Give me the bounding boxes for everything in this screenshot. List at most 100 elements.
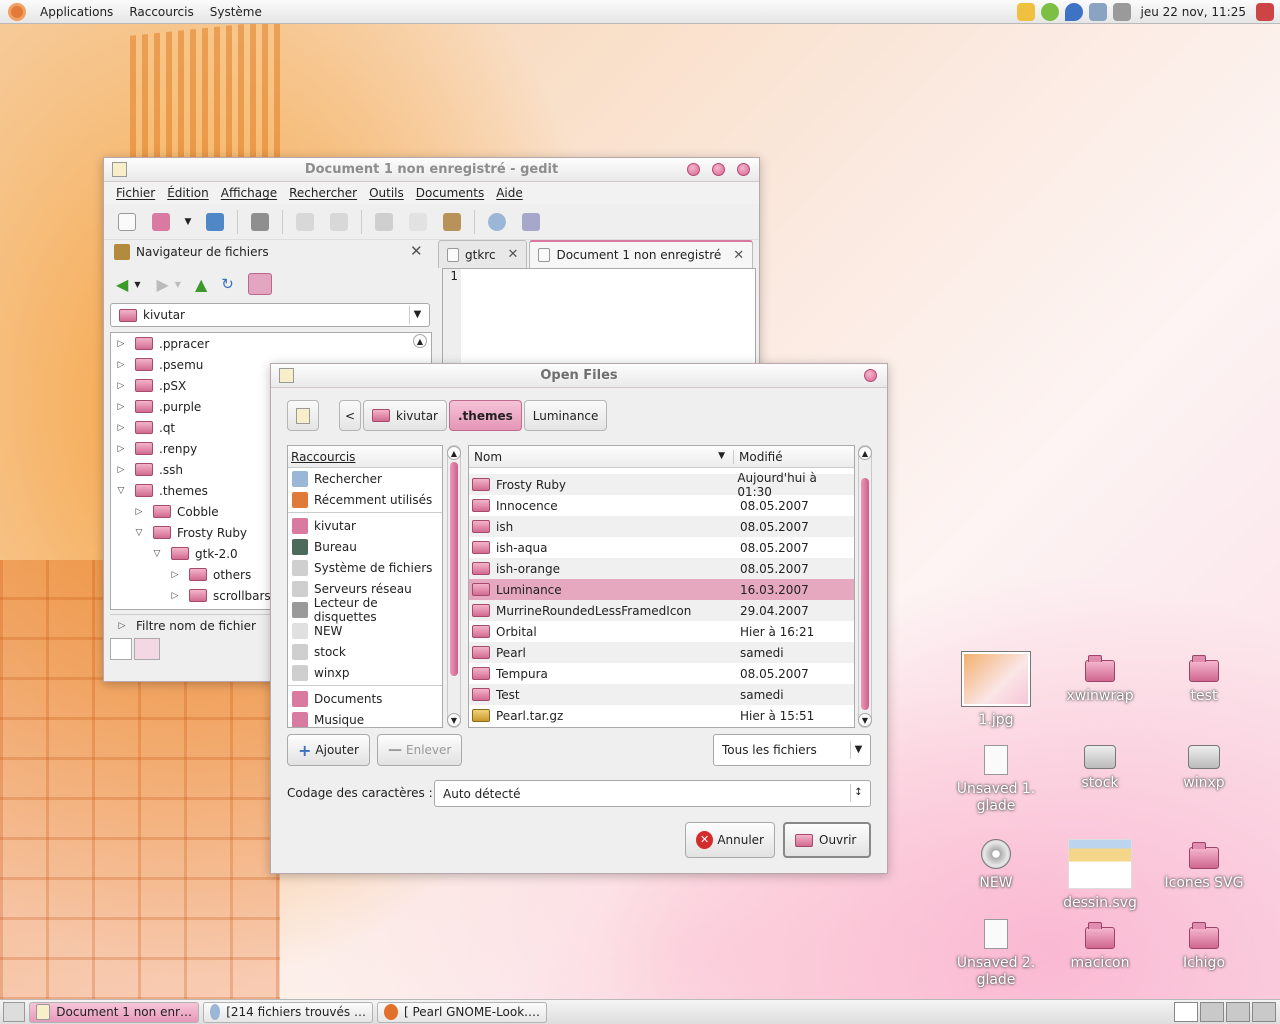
column-name[interactable]: Nom ▼ xyxy=(469,449,734,464)
files-scrollbar[interactable]: ▲ ▼ xyxy=(858,445,872,728)
file-row[interactable]: ish-aqua 08.05.2007 xyxy=(469,537,854,558)
collapsed-arrow-icon[interactable]: ▷ xyxy=(115,444,127,454)
menu-applications[interactable]: Applications xyxy=(32,5,121,19)
bookmark-filter-icon[interactable] xyxy=(247,273,272,295)
copy-button[interactable] xyxy=(403,208,433,236)
print-button[interactable] xyxy=(245,208,275,236)
minimize-button[interactable] xyxy=(687,163,700,176)
gedit-titlebar[interactable]: Document 1 non enregistré - gedit xyxy=(104,158,759,182)
documents-tab-icon[interactable] xyxy=(110,638,132,660)
file-row[interactable]: Tempura 08.05.2007 xyxy=(469,663,854,684)
show-desktop-icon[interactable] xyxy=(3,1002,25,1022)
back-arrow-icon[interactable]: ◀ xyxy=(116,275,128,294)
collapsed-arrow-icon[interactable]: ▷ xyxy=(115,381,127,391)
scroll-up-icon[interactable]: ▲ xyxy=(447,446,461,460)
dialog-close-button[interactable] xyxy=(864,369,877,382)
cut-button[interactable] xyxy=(369,208,399,236)
task-firefox[interactable]: [ Pearl GNOME-Look.… xyxy=(377,1001,547,1023)
menu-fichier[interactable]: Fichier xyxy=(110,186,161,200)
file-row[interactable]: ish-orange 08.05.2007 xyxy=(469,558,854,579)
collapsed-arrow-icon[interactable]: ▷ xyxy=(115,465,127,475)
chevron-down-icon[interactable]: ▼ xyxy=(175,280,181,289)
desktop-icon[interactable]: winxp xyxy=(1156,745,1252,792)
tree-row[interactable]: ▷ .ppracer xyxy=(111,333,431,354)
refresh-icon[interactable]: ↻ xyxy=(221,275,234,293)
file-row[interactable]: Luminance 16.03.2007 xyxy=(469,579,854,600)
cancel-button[interactable]: ✕ Annuler xyxy=(685,822,775,858)
file-row[interactable]: Pearl samedi xyxy=(469,642,854,663)
task-search[interactable]: [214 fichiers trouvés … xyxy=(203,1001,373,1023)
desktop-icon[interactable]: Unsaved 2. glade xyxy=(948,919,1044,989)
scroll-down-icon[interactable]: ▼ xyxy=(858,713,872,727)
keys-icon[interactable] xyxy=(1016,3,1035,21)
shortcut-item[interactable]: Système de fichiers xyxy=(288,557,442,578)
desktop-icon[interactable]: Ichigo xyxy=(1156,919,1252,972)
desktop-icon[interactable]: NEW xyxy=(948,839,1044,892)
open-button[interactable]: Ouvrir xyxy=(783,822,871,858)
type-location-button[interactable] xyxy=(287,400,319,431)
volume-icon[interactable] xyxy=(1112,3,1131,21)
tab-gtkrc[interactable]: gtkrc ✕ xyxy=(438,240,528,268)
collapsed-arrow-icon[interactable]: ▷ xyxy=(115,402,127,412)
file-row[interactable]: Pearl.tar.gz Hier à 15:51 xyxy=(469,705,854,726)
menu-outils[interactable]: Outils xyxy=(363,186,410,200)
shortcut-item[interactable]: Musique xyxy=(288,709,442,727)
maximize-button[interactable] xyxy=(712,163,725,176)
path-button-kivutar[interactable]: kivutar xyxy=(363,400,447,431)
workspace-3[interactable] xyxy=(1226,1002,1250,1022)
workspace-1[interactable] xyxy=(1174,1002,1198,1022)
expanded-arrow-icon[interactable]: ▽ xyxy=(151,549,163,559)
shortcut-item[interactable]: winxp xyxy=(288,662,442,683)
file-row[interactable]: Frosty Ruby Aujourd'hui à 01:30 xyxy=(469,471,854,499)
files-scroll-thumb[interactable] xyxy=(861,478,869,710)
column-modified[interactable]: Modifié xyxy=(734,450,783,464)
shortcuts-scroll-thumb[interactable] xyxy=(450,462,458,676)
collapsed-arrow-icon[interactable]: ▷ xyxy=(115,360,127,370)
ubuntu-logo-icon[interactable] xyxy=(8,2,26,21)
save-button[interactable] xyxy=(200,208,230,236)
forward-arrow-icon[interactable]: ▶ xyxy=(156,275,168,294)
tab-close-icon[interactable]: ✕ xyxy=(733,248,744,263)
file-browser-tab-icon[interactable] xyxy=(134,638,160,660)
chevron-down-icon[interactable]: ▼ xyxy=(134,280,140,289)
tab-document-1[interactable]: Document 1 non enregistré ✕ xyxy=(529,240,754,268)
path-back-button[interactable]: < xyxy=(339,400,361,431)
expanded-arrow-icon[interactable]: ▽ xyxy=(115,486,127,496)
file-row[interactable]: MurrineRoundedLessFramedIcon 29.04.2007 xyxy=(469,600,854,621)
desktop-icon[interactable]: stock xyxy=(1052,745,1148,792)
desktop-icon[interactable]: Icones SVG xyxy=(1156,839,1252,892)
undo-button[interactable] xyxy=(290,208,320,236)
collapsed-arrow-icon[interactable]: ▷ xyxy=(169,570,181,580)
expanded-arrow-icon[interactable]: ▽ xyxy=(133,528,145,538)
menu-edition[interactable]: Édition xyxy=(161,186,215,200)
scroll-up-icon[interactable]: ▲ xyxy=(858,446,872,460)
new-document-button[interactable] xyxy=(112,208,142,236)
menu-documents[interactable]: Documents xyxy=(410,186,490,200)
tab-close-icon[interactable]: ✕ xyxy=(508,247,519,262)
side-panel-close-icon[interactable]: ✕ xyxy=(410,242,423,260)
collapsed-arrow-icon[interactable]: ▷ xyxy=(169,591,181,601)
path-button-themes[interactable]: .themes xyxy=(448,400,522,431)
shortcut-item[interactable]: Récemment utilisés xyxy=(288,489,442,510)
desktop-icon[interactable]: xwinwrap xyxy=(1052,652,1148,705)
file-row[interactable]: ish 08.05.2007 xyxy=(469,516,854,537)
task-gedit[interactable]: Document 1 non enr… xyxy=(29,1001,199,1023)
desktop-icon[interactable]: dessin.svg xyxy=(1052,839,1148,912)
find-button[interactable] xyxy=(482,208,512,236)
up-arrow-icon[interactable]: ▲ xyxy=(195,275,207,294)
dialog-titlebar[interactable]: Open Files xyxy=(271,364,887,388)
menu-raccourcis[interactable]: Raccourcis xyxy=(121,5,201,19)
workspace-2[interactable] xyxy=(1200,1002,1224,1022)
workspace-switcher[interactable] xyxy=(1174,1002,1276,1022)
scroll-down-icon[interactable]: ▼ xyxy=(447,713,461,727)
desktop-icon[interactable]: Unsaved 1. glade xyxy=(948,745,1044,815)
remove-bookmark-button[interactable]: — Enlever xyxy=(377,734,463,766)
replace-button[interactable] xyxy=(516,208,546,236)
desktop-icon[interactable]: macicon xyxy=(1052,919,1148,972)
encoding-combo[interactable]: Auto détecté ↕ xyxy=(434,780,871,807)
collapsed-arrow-icon[interactable]: ▷ xyxy=(115,339,127,349)
paste-button[interactable] xyxy=(437,208,467,236)
menu-aide[interactable]: Aide xyxy=(490,186,529,200)
file-row[interactable]: Innocence 08.05.2007 xyxy=(469,495,854,516)
menu-rechercher[interactable]: Rechercher xyxy=(283,186,363,200)
